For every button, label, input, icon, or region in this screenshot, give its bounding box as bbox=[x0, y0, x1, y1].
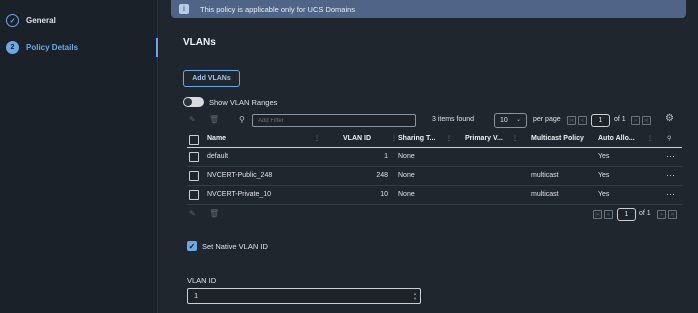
show-vlan-ranges-toggle[interactable] bbox=[183, 97, 204, 107]
per-page-label: per page bbox=[533, 116, 561, 123]
add-vlans-button[interactable]: Add VLANs bbox=[183, 70, 240, 87]
vlans-table: Name ⋮ VLAN ID ⋮ Sharing T... ⋮ Primary … bbox=[187, 131, 682, 205]
policy-details-panel: i This policy is applicable only for UCS… bbox=[159, 0, 698, 313]
table-footer: ✎ 🗑 |< < 1 of 1 > >| bbox=[187, 207, 682, 223]
prev-page-icon[interactable]: < bbox=[578, 116, 587, 125]
pin-icon[interactable]: ⚲ bbox=[667, 135, 671, 142]
page-number-input[interactable]: 1 bbox=[617, 208, 636, 221]
cell-vlan-id: 1 bbox=[384, 153, 388, 160]
column-header-sharing-type[interactable]: Sharing T... bbox=[398, 135, 435, 142]
check-icon: ✓ bbox=[6, 14, 19, 27]
step-number-badge: 2 bbox=[6, 41, 19, 54]
cell-multicast-policy: multicast bbox=[531, 191, 559, 198]
last-page-icon[interactable]: >| bbox=[642, 116, 651, 125]
table-header: Name ⋮ VLAN ID ⋮ Sharing T... ⋮ Primary … bbox=[187, 131, 682, 148]
first-page-icon[interactable]: |< bbox=[567, 116, 576, 125]
cell-multicast-policy: multicast bbox=[531, 172, 559, 179]
cell-name: default bbox=[207, 153, 229, 160]
cell-sharing-type: None bbox=[398, 153, 415, 160]
column-resize-icon[interactable]: ⋮ bbox=[512, 135, 518, 142]
column-resize-icon[interactable]: ⋮ bbox=[647, 135, 653, 142]
show-vlan-ranges-label: Show VLAN Ranges bbox=[209, 97, 278, 107]
set-native-vlan-checkbox[interactable]: ✓ bbox=[187, 241, 197, 251]
step-policy-details[interactable]: 2 Policy Details bbox=[6, 41, 78, 54]
vlans-title: VLANs bbox=[183, 37, 216, 48]
table-row[interactable]: NVCERT-Public_248 248 None multicast Yes… bbox=[187, 167, 682, 186]
cell-vlan-id: 248 bbox=[376, 172, 388, 179]
vlan-id-value: 1 bbox=[194, 291, 199, 300]
cell-auto-allow: Yes bbox=[598, 172, 610, 179]
delete-icon[interactable]: 🗑 bbox=[209, 209, 219, 218]
page-of-label: of 1 bbox=[614, 116, 626, 123]
column-resize-icon[interactable]: ⋮ bbox=[391, 135, 397, 142]
banner-text: This policy is applicable only for UCS D… bbox=[200, 4, 356, 14]
column-header-vlan-id[interactable]: VLAN ID bbox=[343, 135, 371, 142]
active-step-indicator bbox=[156, 38, 158, 57]
row-actions-icon[interactable]: ⋯ bbox=[666, 170, 676, 181]
per-page-select[interactable]: 10 ⌄ bbox=[494, 113, 527, 128]
edit-icon[interactable]: ✎ bbox=[189, 115, 196, 124]
delete-icon[interactable]: 🗑 bbox=[209, 115, 219, 124]
edit-icon[interactable]: ✎ bbox=[189, 209, 196, 218]
search-icon: ⚲ bbox=[239, 115, 245, 124]
set-native-vlan-label: Set Native VLAN ID bbox=[202, 241, 268, 251]
table-toolbar: ✎ 🗑 ⚲ 3 items found 10 ⌄ per page |< < 1… bbox=[187, 113, 682, 129]
column-resize-icon[interactable]: ⋮ bbox=[314, 135, 320, 142]
table-row[interactable]: default 1 None Yes ⋯ bbox=[187, 148, 682, 167]
vlan-id-label: VLAN ID bbox=[187, 276, 217, 285]
row-actions-icon[interactable]: ⋯ bbox=[666, 189, 676, 200]
select-all-checkbox[interactable] bbox=[189, 135, 199, 145]
table-row[interactable]: NVCERT-Private_10 10 None multicast Yes … bbox=[187, 186, 682, 205]
vlan-id-input[interactable]: 1 ▲ ▼ bbox=[187, 288, 421, 304]
page-of-label: of 1 bbox=[639, 210, 651, 217]
cell-name: NVCERT-Public_248 bbox=[207, 172, 273, 179]
column-header-auto-allow[interactable]: Auto Allo... bbox=[598, 135, 635, 142]
column-header-primary-vlan[interactable]: Primary V... bbox=[465, 135, 503, 142]
show-vlan-ranges-row: Show VLAN Ranges bbox=[183, 97, 277, 107]
settings-icon[interactable]: ⚙ bbox=[665, 113, 674, 124]
first-page-icon[interactable]: |< bbox=[593, 210, 602, 219]
items-found-count: 3 items found bbox=[432, 116, 475, 123]
cell-auto-allow: Yes bbox=[598, 191, 610, 198]
stepper-icon[interactable]: ▲ ▼ bbox=[413, 291, 417, 301]
prev-page-icon[interactable]: < bbox=[604, 210, 613, 219]
next-page-icon[interactable]: > bbox=[631, 116, 640, 125]
info-icon: i bbox=[179, 4, 189, 14]
per-page-value: 10 bbox=[500, 117, 508, 124]
info-banner: i This policy is applicable only for UCS… bbox=[171, 0, 686, 18]
row-actions-icon[interactable]: ⋯ bbox=[666, 151, 676, 162]
cell-name: NVCERT-Private_10 bbox=[207, 191, 272, 198]
cell-vlan-id: 10 bbox=[380, 191, 388, 198]
step-policy-details-label: Policy Details bbox=[26, 43, 79, 52]
chevron-down-icon: ⌄ bbox=[515, 117, 521, 123]
column-header-multicast-policy[interactable]: Multicast Policy bbox=[531, 135, 584, 142]
set-native-vlan-row: ✓ Set Native VLAN ID bbox=[187, 241, 268, 251]
column-resize-icon[interactable]: ⋮ bbox=[446, 135, 452, 142]
column-header-name[interactable]: Name bbox=[207, 135, 226, 142]
row-checkbox[interactable] bbox=[189, 152, 199, 162]
step-general[interactable]: ✓ General bbox=[6, 14, 56, 27]
row-checkbox[interactable] bbox=[189, 171, 199, 181]
cell-auto-allow: Yes bbox=[598, 153, 610, 160]
wizard-sidebar: ✓ General 2 Policy Details bbox=[0, 0, 158, 313]
row-checkbox[interactable] bbox=[189, 190, 199, 200]
cell-sharing-type: None bbox=[398, 172, 415, 179]
next-page-icon[interactable]: > bbox=[657, 210, 666, 219]
last-page-icon[interactable]: >| bbox=[668, 210, 677, 219]
page-number-input[interactable]: 1 bbox=[591, 114, 610, 127]
cell-sharing-type: None bbox=[398, 191, 415, 198]
step-general-label: General bbox=[26, 16, 56, 25]
filter-input[interactable] bbox=[252, 114, 416, 127]
